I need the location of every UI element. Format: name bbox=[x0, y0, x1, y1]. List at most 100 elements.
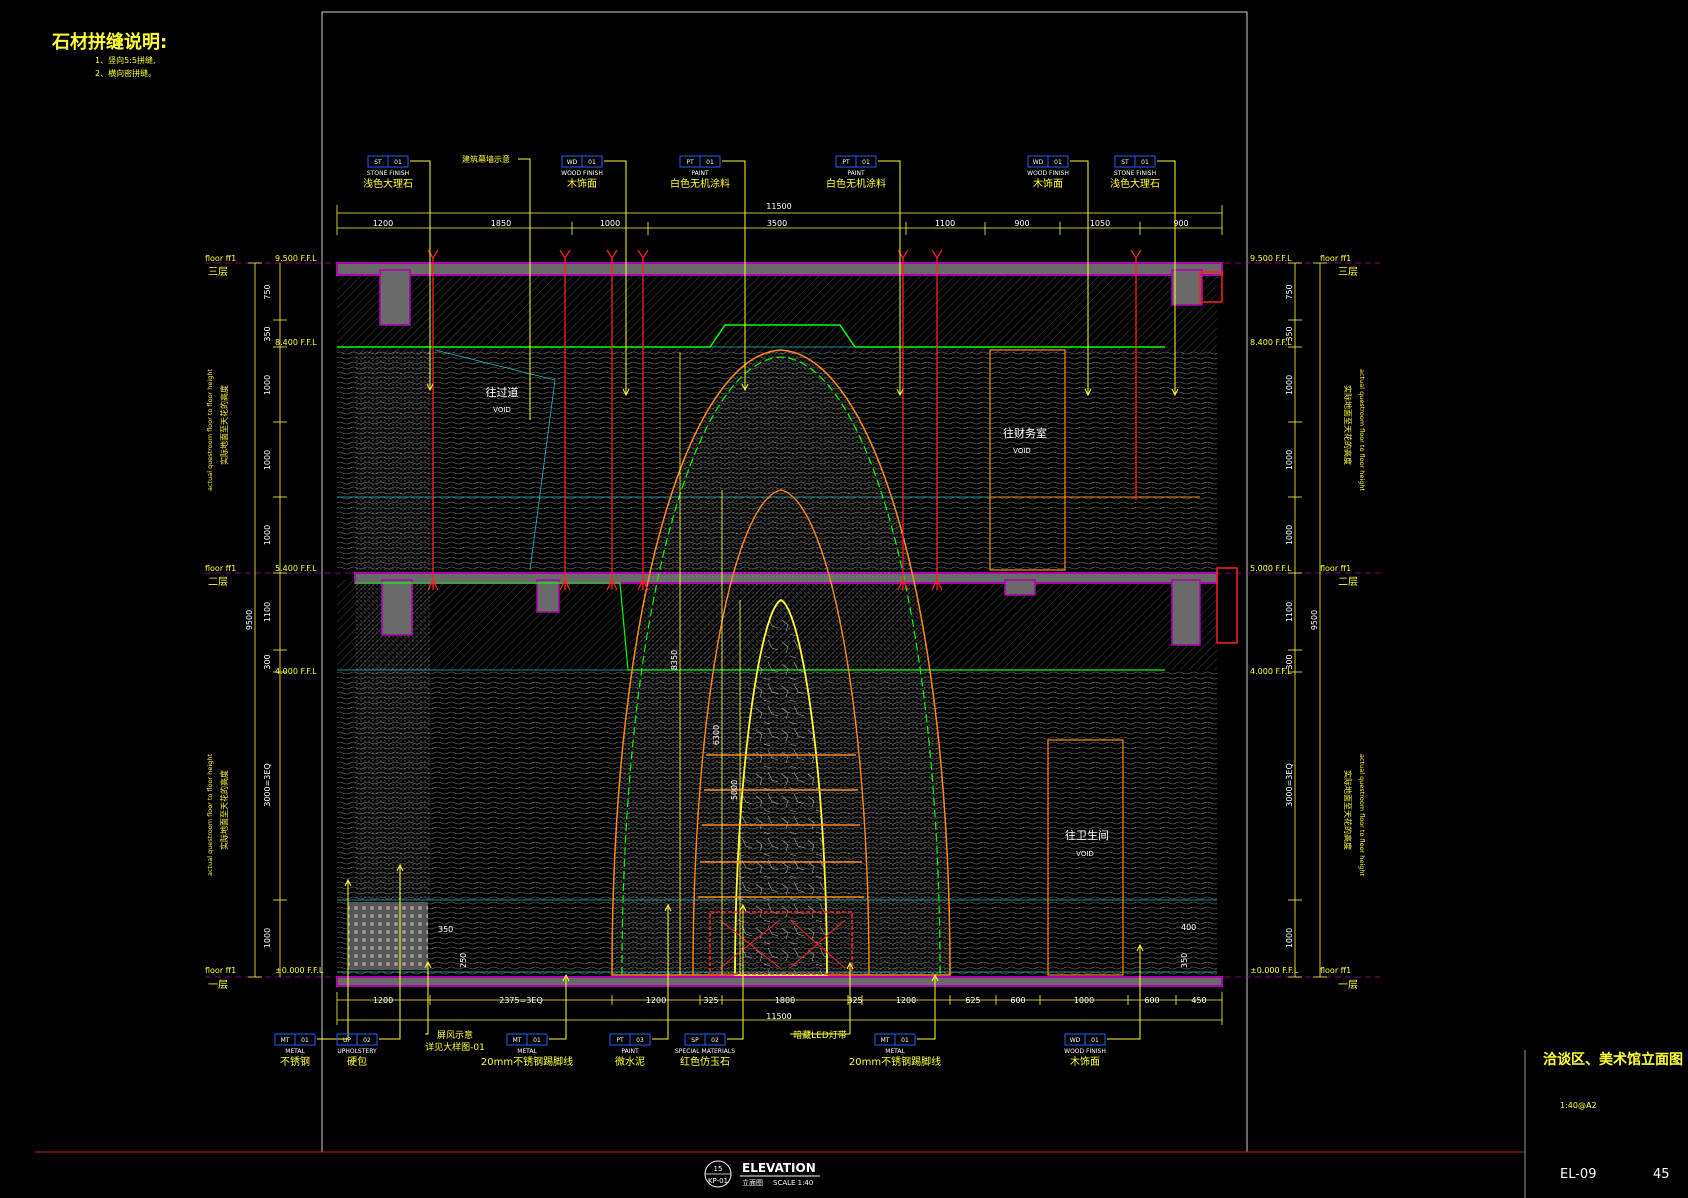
page-number: 45 bbox=[1653, 1167, 1670, 1182]
dim-overall-top: 11500 bbox=[766, 202, 791, 211]
dim-top-3: 3500 bbox=[767, 219, 787, 228]
level-right-r2-cn: 二层 bbox=[1338, 576, 1358, 588]
bottom-callout-en: UPHOLSTERY bbox=[337, 1048, 377, 1055]
note-right-lower-en: actual questroom floor to floor height bbox=[1358, 754, 1366, 876]
level-right-r3-floor: floor ff1 bbox=[1320, 254, 1351, 263]
beam-left-mid bbox=[381, 579, 413, 636]
dim-top-4: 1100 bbox=[935, 219, 955, 228]
bottom-callout-cn: 暗藏LED灯带 bbox=[793, 1029, 847, 1041]
bottom-callout-cn: 红色仿玉石 bbox=[680, 1055, 730, 1068]
level-left-l1-floor: floor ff1 bbox=[205, 966, 236, 975]
top-callout-en: PAINT bbox=[847, 170, 865, 177]
dim-left-3: 1000 bbox=[263, 450, 272, 470]
bottom-callout-num: 01 bbox=[901, 1037, 909, 1044]
dim-left-1: 350 bbox=[263, 326, 272, 341]
top-callout-num: 01 bbox=[1054, 159, 1062, 166]
dim-bottom-11: 450 bbox=[1191, 996, 1206, 1005]
top-callout-en: PAINT bbox=[691, 170, 709, 177]
top-callout-cn: 建筑幕墙示意 bbox=[462, 154, 510, 164]
dim-right-0: 750 bbox=[1285, 284, 1294, 299]
note-left-upper-en: actual questroom floor to floor height bbox=[206, 369, 214, 491]
room-corridor-void: VOID bbox=[493, 406, 511, 414]
scale-note: 1:40@A2 bbox=[1560, 1101, 1597, 1110]
level-left-l2-floor: floor ff1 bbox=[205, 564, 236, 573]
bottom-callout-en: WOOD FINISH bbox=[1064, 1048, 1106, 1055]
roof-slab bbox=[336, 262, 1223, 276]
top-callout-num: 01 bbox=[706, 159, 714, 166]
dim-bottom-2: 1200 bbox=[646, 996, 666, 1005]
dim-right-3: 1000 bbox=[1285, 450, 1294, 470]
level-left-l3-cn: 三层 bbox=[208, 266, 228, 278]
dim-left-0: 750 bbox=[263, 284, 272, 299]
dim-bottom-9: 1000 bbox=[1074, 996, 1094, 1005]
bottom-callout-en: 屏风示意 bbox=[437, 1029, 473, 1041]
level-left-l3-ffl: 9.500 F.F.L bbox=[275, 254, 317, 263]
bottom-callout-cn: 20mm不锈钢踢脚线 bbox=[849, 1055, 941, 1068]
top-callout-code: WD bbox=[567, 159, 578, 166]
elevation-drawing: 石材拼缝说明: 1、竖向5:5拼缝, 2、横向密拼缝。 11500 1200 1… bbox=[35, 11, 1683, 1198]
bottom-callout-3: MT 01 METAL20mm不锈钢踢脚线 bbox=[481, 973, 573, 1068]
dim-left-5: 1100 bbox=[263, 602, 272, 622]
drawing-title: 洽谈区、美术馆立面图 bbox=[1543, 1051, 1683, 1068]
level-right-r1-ffl: ±0.000 F.F.L bbox=[1250, 966, 1299, 975]
right-vertical-labels: 750 350 1000 1000 1000 1100 300 3000=3EQ… bbox=[1285, 284, 1319, 948]
wall-panel-upper bbox=[337, 275, 1217, 355]
top-callout-num: 01 bbox=[862, 159, 870, 166]
top-callout-cn: 木饰面 bbox=[1033, 177, 1063, 190]
level-left-l1-cn: 一层 bbox=[208, 979, 228, 991]
dim-top-6: 1050 bbox=[1090, 219, 1110, 228]
dim-overall-bottom: 11500 bbox=[766, 1012, 791, 1021]
bottom-callout-cn: 20mm不锈钢踢脚线 bbox=[481, 1055, 573, 1068]
sheet-number: EL-09 bbox=[1560, 1167, 1596, 1182]
bottom-callout-2: 屏风示意详见大样图-01 bbox=[424, 960, 485, 1053]
dim-bottom-3: 325 bbox=[703, 996, 718, 1005]
top-callout-cn: 白色无机涂料 bbox=[670, 177, 730, 190]
dim-right-5: 1100 bbox=[1285, 602, 1294, 622]
elevation-number: 15 bbox=[714, 1165, 723, 1173]
stone-note-2: 2、横向密拼缝。 bbox=[95, 68, 156, 78]
bottom-callout-num: 03 bbox=[636, 1037, 644, 1044]
room-toilet: 往卫生间 bbox=[1065, 828, 1109, 842]
beam-mid-right bbox=[1004, 579, 1036, 596]
stone-notes-title: 石材拼缝说明: bbox=[51, 31, 167, 53]
top-callout-num: 01 bbox=[1141, 159, 1149, 166]
elevation-cn-label: 立面图 bbox=[742, 1178, 763, 1187]
dim-top-7: 900 bbox=[1173, 219, 1188, 228]
level-left-l3b-ffl: 8.400 F.F.L bbox=[275, 338, 317, 347]
bottom-callout-cn: 硬包 bbox=[347, 1055, 367, 1068]
level-right-r2b-ffl: 4.000 F.F.L bbox=[1250, 667, 1292, 676]
dim-arch-height: 8350 bbox=[670, 650, 679, 670]
top-callout-en: WOOD FINISH bbox=[1027, 170, 1069, 177]
level-left-l2-ffl: 5.400 F.F.L bbox=[275, 564, 317, 573]
bottom-callout-cn: 木饰面 bbox=[1070, 1055, 1100, 1068]
note-left-lower-en: actual questroom floor to floor height bbox=[206, 754, 214, 876]
beam-mid-left bbox=[536, 579, 560, 613]
dim-right-total: 9500 bbox=[1310, 610, 1319, 630]
right-edge-detail-2 bbox=[1216, 567, 1238, 644]
dim-bottom-10: 600 bbox=[1144, 996, 1159, 1005]
dim-bottom-4: 1800 bbox=[775, 996, 795, 1005]
bottom-callout-7: MT 01 METAL20mm不锈钢踢脚线 bbox=[849, 973, 941, 1068]
dim-top-0: 1200 bbox=[373, 219, 393, 228]
dim-left-7: 3000=3EQ bbox=[263, 763, 272, 807]
top-callout-cn: 浅色大理石 bbox=[363, 177, 413, 190]
elevation-tag: 15 KP-01 ELEVATION 立面图 SCALE 1:40 bbox=[704, 1160, 820, 1188]
upholstery-panel bbox=[348, 902, 428, 970]
bottom-callout-en: METAL bbox=[885, 1048, 905, 1055]
note-left-upper-cn: 实际地面至天花的高度 bbox=[219, 385, 229, 465]
top-callout-en: WOOD FINISH bbox=[561, 170, 603, 177]
dim-left-total: 9500 bbox=[245, 610, 254, 630]
dim-top-1: 1850 bbox=[491, 219, 511, 228]
right-level-markers: 9.500 F.F.L floor ff1 三层 8.400 F.F.L 5.0… bbox=[1250, 254, 1358, 991]
room-finance-void: VOID bbox=[1013, 447, 1031, 455]
dim-left-4: 1000 bbox=[263, 525, 272, 545]
beam-right-top bbox=[1171, 269, 1203, 306]
bottom-callout-en: SPECIAL MATERIALS bbox=[675, 1048, 735, 1055]
bottom-callout-num: 02 bbox=[711, 1037, 719, 1044]
room-toilet-void: VOID bbox=[1076, 850, 1094, 858]
dim-left-2: 1000 bbox=[263, 375, 272, 395]
level-right-r3-ffl: 9.500 F.F.L bbox=[1250, 254, 1292, 263]
dim-small-1: 250 bbox=[459, 953, 468, 968]
dim-top-2: 1000 bbox=[600, 219, 620, 228]
room-corridor: 往过道 bbox=[486, 385, 519, 399]
